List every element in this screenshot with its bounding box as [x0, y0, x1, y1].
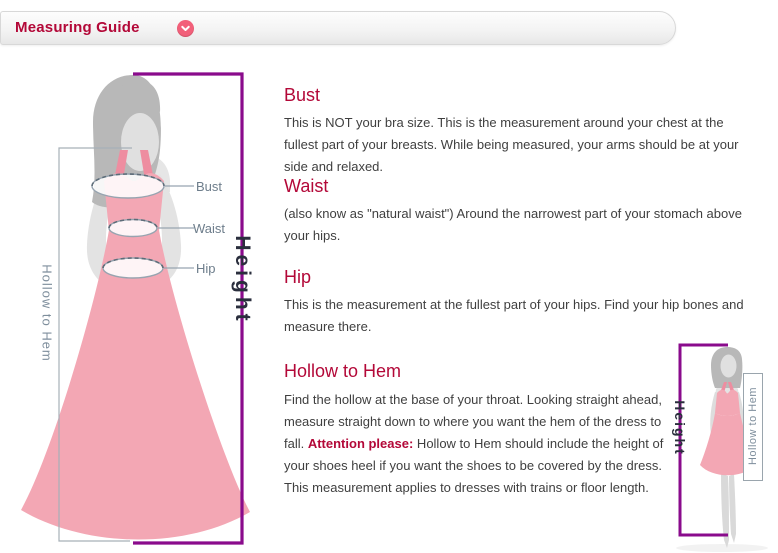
collapse-toggle-button[interactable] [177, 20, 194, 37]
section-title-waist: Waist [284, 176, 328, 197]
section-title-hollow-to-hem: Hollow to Hem [284, 361, 401, 382]
hip-callout-label: Hip [196, 261, 216, 276]
face-shape-small [721, 355, 737, 378]
page-title: Measuring Guide [15, 12, 140, 44]
bust-callout-label: Bust [196, 179, 222, 194]
measuring-guide-header-bar: Measuring Guide [0, 11, 676, 45]
face-shape [121, 113, 159, 171]
waist-callout-label: Waist [193, 221, 225, 236]
chevron-down-icon [180, 23, 191, 34]
section-body-waist: (also know as "natural waist") Around th… [284, 203, 752, 247]
dress-bodice-small [715, 390, 740, 416]
hip-measure-ellipse [103, 258, 163, 278]
measuring-guide-page: { "header": { "title": "Measuring Guide"… [0, 0, 778, 553]
section-title-hip: Hip [284, 267, 311, 288]
bust-measure-ellipse [92, 174, 164, 198]
section-body-hollow-to-hem: Find the hollow at the base of your thro… [284, 389, 682, 499]
attention-please-label: Attention please: [308, 436, 413, 451]
measurement-diagram-large: Bust Waist Hip Height Hollow to Hem [20, 60, 270, 553]
measurement-diagram-small: Height Hollow to Hem [660, 335, 778, 553]
section-body-bust: This is NOT your bra size. This is the m… [284, 112, 752, 178]
section-title-bust: Bust [284, 85, 320, 106]
section-body-hip: This is the measurement at the fullest p… [284, 294, 752, 338]
hollow-to-hem-box-small: Hollow to Hem [743, 373, 763, 481]
waist-measure-ellipse [109, 220, 157, 237]
